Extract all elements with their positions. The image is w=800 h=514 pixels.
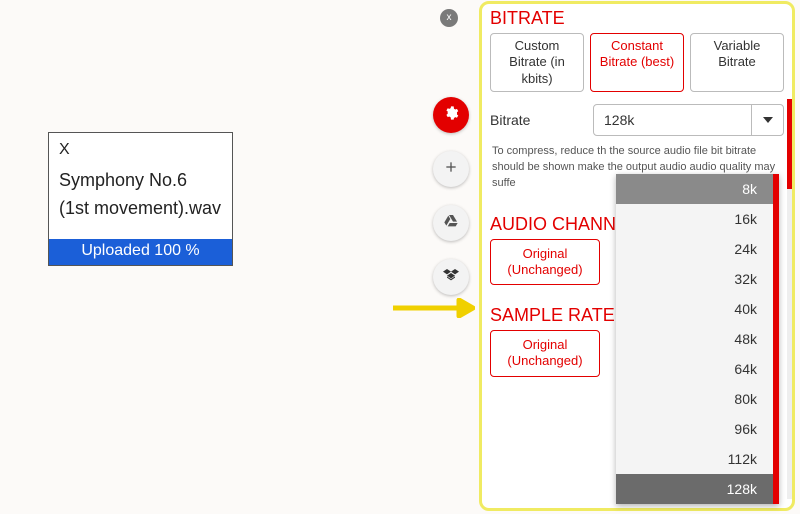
tab-custom-bitrate[interactable]: Custom Bitrate (in kbits) (490, 33, 584, 92)
bitrate-option[interactable]: 128k (616, 474, 779, 504)
file-close-button[interactable]: X (49, 133, 232, 161)
bitrate-select[interactable]: 128k (593, 104, 784, 136)
dropbox-button[interactable] (433, 259, 469, 295)
bitrate-option[interactable]: 64k (616, 354, 779, 384)
panel-scrollbar[interactable] (787, 99, 792, 499)
uploaded-file-card: X Symphony No.6 (1st movement).wav Uploa… (48, 132, 233, 266)
dropbox-icon (443, 267, 459, 288)
pointer-arrow (393, 298, 475, 318)
bitrate-dropdown[interactable]: 8k 16k 24k 32k 40k 48k 64k 80k 96k 112k … (616, 174, 779, 504)
bitrate-label: Bitrate (490, 112, 593, 128)
tab-constant-bitrate[interactable]: Constant Bitrate (best) (590, 33, 684, 92)
settings-panel: BITRATE Custom Bitrate (in kbits) Consta… (479, 1, 795, 511)
plus-icon (443, 159, 459, 180)
google-drive-icon (443, 213, 459, 234)
upload-status: Uploaded 100 % (49, 239, 232, 265)
add-file-button[interactable] (433, 151, 469, 187)
bitrate-option[interactable]: 48k (616, 324, 779, 354)
bitrate-option[interactable]: 8k (616, 174, 779, 204)
gear-icon (443, 105, 459, 126)
panel-scrollbar-thumb[interactable] (787, 99, 792, 189)
bitrate-selected-value: 128k (604, 112, 634, 128)
close-icon[interactable]: x (440, 9, 458, 27)
channels-original-button[interactable]: Original (Unchanged) (490, 239, 600, 286)
settings-button[interactable] (433, 97, 469, 133)
dropdown-scrollbar[interactable] (773, 174, 779, 504)
bitrate-mode-tabs: Custom Bitrate (in kbits) Constant Bitra… (482, 33, 792, 98)
tab-variable-bitrate[interactable]: Variable Bitrate (690, 33, 784, 92)
sample-rate-original-button[interactable]: Original (Unchanged) (490, 330, 600, 377)
bitrate-option[interactable]: 16k (616, 204, 779, 234)
chevron-down-icon (751, 104, 783, 136)
bitrate-option[interactable]: 96k (616, 414, 779, 444)
bitrate-option[interactable]: 80k (616, 384, 779, 414)
file-name: Symphony No.6 (1st movement).wav (49, 161, 232, 239)
section-title-bitrate: BITRATE (482, 4, 792, 33)
bitrate-option[interactable]: 40k (616, 294, 779, 324)
bitrate-option[interactable]: 112k (616, 444, 779, 474)
google-drive-button[interactable] (433, 205, 469, 241)
bitrate-option[interactable]: 32k (616, 264, 779, 294)
bitrate-option[interactable]: 24k (616, 234, 779, 264)
